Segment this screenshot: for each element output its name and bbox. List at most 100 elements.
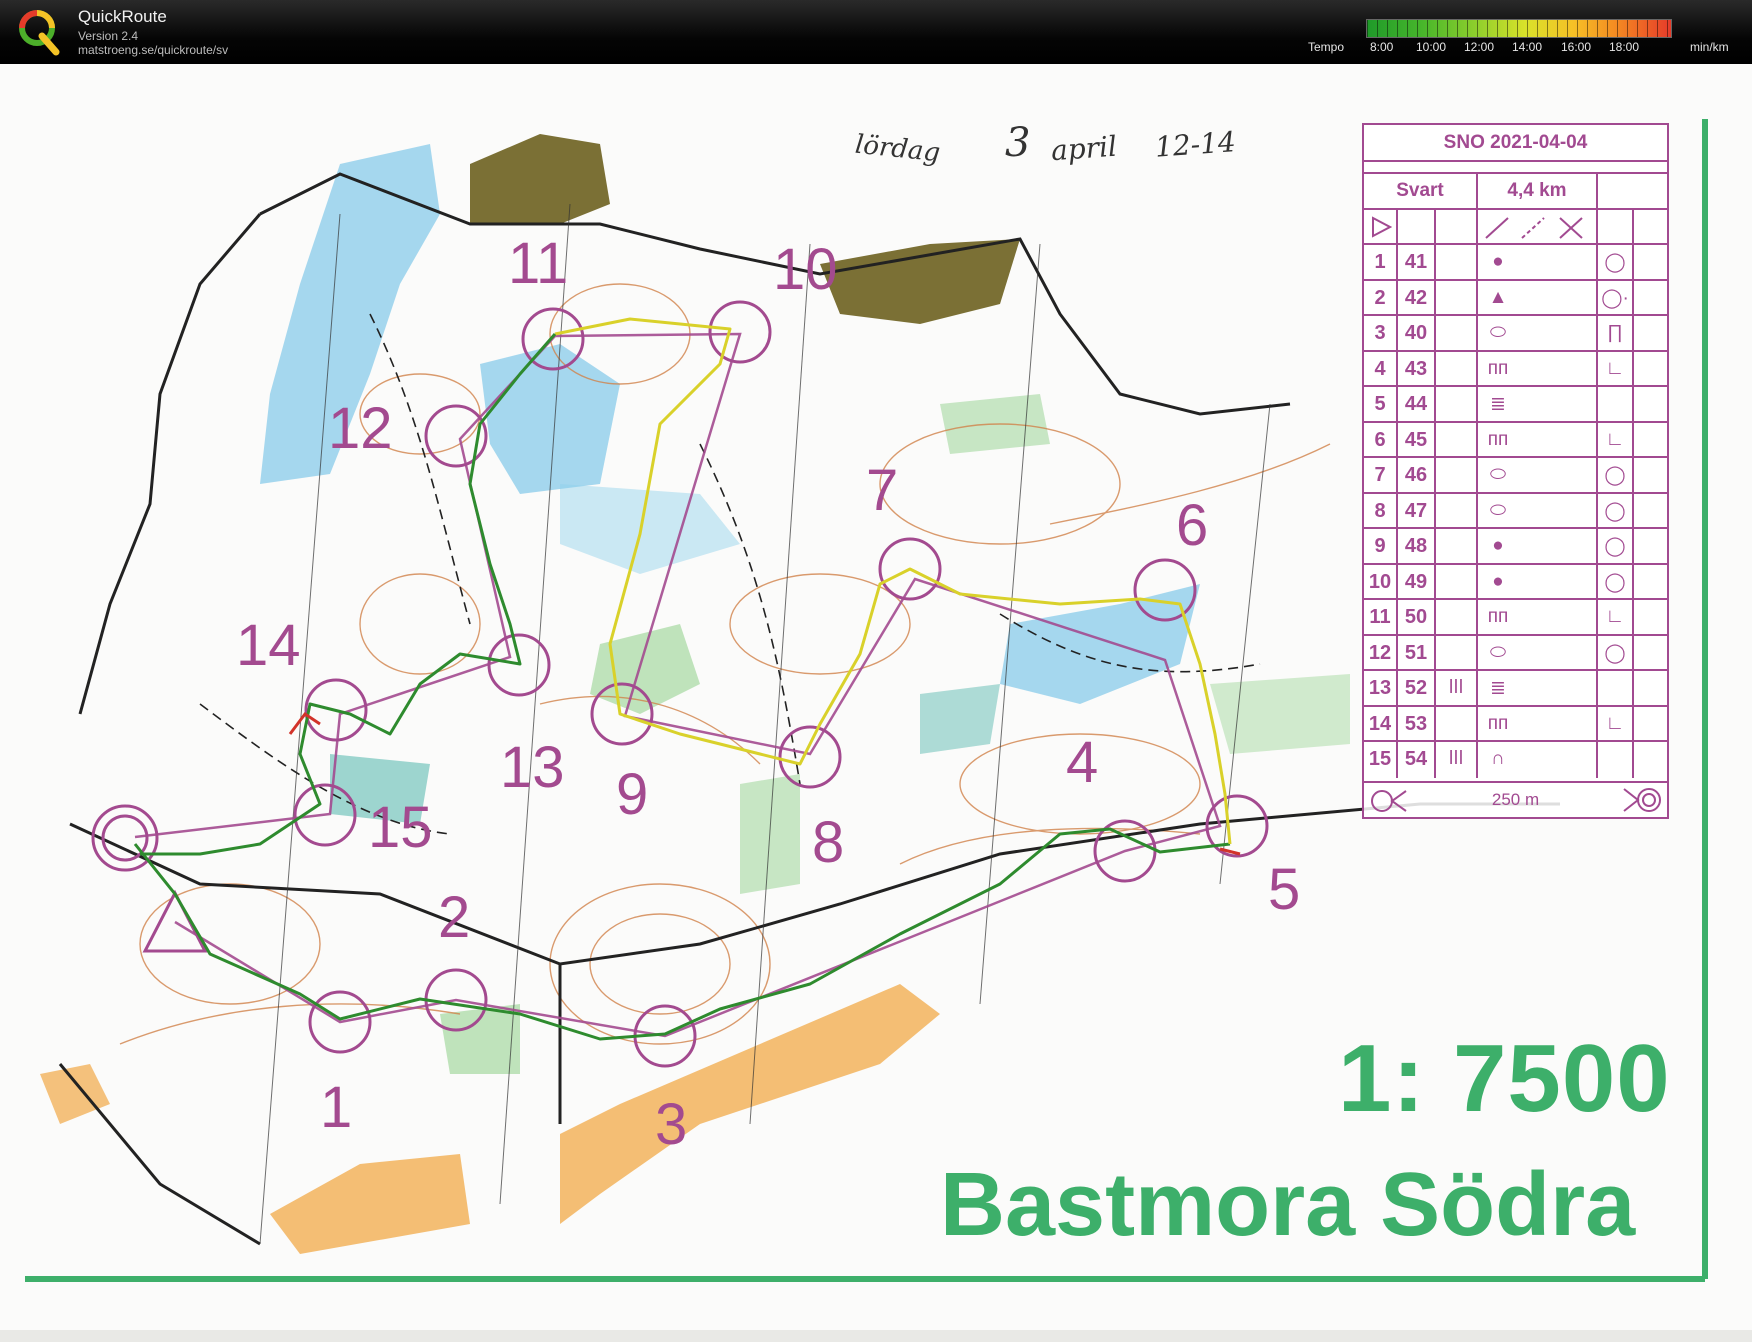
description-class-row: Svart 4,4 km [1364,172,1667,210]
description-location-symbol: ∏ [1607,322,1623,343]
marsh-area [920,684,1000,754]
handwritten-day: lördag [853,129,942,169]
map-name: Bastmora Södra [940,1155,1636,1255]
map-scale: 1: 7500 [1338,1025,1671,1132]
description-row: 12 51 ⬭ ◯ [1364,633,1667,671]
description-control-number: 8 [1374,499,1386,522]
desc-cell-divider [1632,210,1634,245]
desc-cell-divider [1596,742,1598,778]
tempo-tick: 10:00 [1416,40,1447,54]
description-location-symbol: ◯ [1604,571,1626,593]
desc-cell-divider [1434,387,1436,423]
tempo-tick: 18:00 [1609,40,1640,54]
open-land-area [40,1064,110,1124]
description-row: 8 47 ⬭ ◯ [1364,491,1667,529]
description-feature-symbol: ● [1492,251,1504,272]
desc-cell-divider [1434,351,1436,387]
desc-cell-divider [1434,635,1436,671]
description-feature-symbol: ≣ [1490,394,1506,415]
description-location-symbol: ∟ [1605,606,1625,627]
control-number-14: 14 [236,613,301,678]
description-control-number: 11 [1369,606,1391,628]
course-length: 4,4 km [1507,180,1567,201]
description-control-number: 9 [1374,535,1386,557]
description-row: 11 50 ᴨᴨ ∟ [1364,598,1667,636]
description-location-symbol: ∟ [1605,357,1625,379]
desc-cell-divider [1632,671,1634,707]
desc-cell-divider [1632,316,1634,352]
open-land-area [270,1154,470,1254]
description-control-code: 45 [1404,428,1428,451]
desc-cell-divider [1632,245,1634,281]
vegetation-area [1210,674,1350,754]
handwritten-month: april [1049,129,1118,168]
description-row: 14 53 ᴨᴨ ∟ [1364,704,1667,742]
description-control-number: 14 [1368,712,1392,735]
description-feature-symbol: ⬭ [1489,322,1507,343]
description-location-symbol: ◯· [1601,287,1629,309]
description-control-number: 15 [1368,748,1392,770]
description-feature-symbol: ⬭ [1489,464,1507,485]
tempo-label: Tempo [1308,40,1345,54]
desc-cell-divider [1632,280,1634,316]
desc-cell-divider [1632,742,1634,778]
description-feature-symbol: ᴨᴨ [1487,606,1509,627]
description-feature-symbol: ᴨᴨ [1487,712,1509,734]
control-number-3: 3 [655,1092,688,1157]
app-url: matstroeng.se/quickroute/sv [78,43,229,57]
description-control-number: 7 [1374,464,1386,486]
open-land-area [560,984,940,1224]
description-control-code: 51 [1404,641,1428,664]
vegetation-area [440,1004,520,1074]
desc-cell-divider [1632,458,1634,494]
description-control-code: 43 [1404,357,1428,380]
desc-cell-divider [1434,600,1436,636]
orienteering-map[interactable]: 1 2 3 4 5 6 7 8 9 10 11 12 13 14 15 lörd… [0,64,1752,1330]
app-title: QuickRoute [78,7,167,26]
control-number-1: 1 [320,1075,353,1140]
tempo-tick: 12:00 [1464,40,1495,54]
description-control-code: 54 [1404,748,1428,770]
description-control-number: 13 [1368,677,1392,699]
description-location-symbol: ∟ [1605,712,1625,734]
description-row: 3 40 ⬭ ∏ [1364,314,1667,352]
description-control-code: 50 [1404,606,1428,628]
app-header-bar: QuickRoute Version 2.4 matstroeng.se/qui… [0,0,1752,64]
description-location-symbol: ◯ [1604,642,1626,664]
description-row: 5 44 ≣ [1364,385,1667,423]
desc-cell-divider [1596,387,1598,423]
description-location-symbol: ◯ [1604,252,1626,273]
desc-cell-divider [1632,529,1634,565]
desc-cell-divider [1434,706,1436,742]
settlement-area [820,239,1020,324]
control-number-11: 11 [508,231,569,296]
description-control-code: 52 [1404,677,1428,699]
description-control-code: 44 [1404,393,1428,415]
desc-cell-divider [1632,493,1634,529]
description-extra-symbol: ǀǀǀ [1448,748,1464,769]
control-number-6: 6 [1176,493,1209,558]
course-class: Svart [1396,180,1444,201]
app-version: Version 2.4 [78,29,139,43]
handwritten-time: 12-14 [1153,125,1237,164]
desc-cell-divider [1632,600,1634,636]
control-number-10: 10 [773,237,838,302]
description-control-number: 12 [1368,641,1392,664]
description-control-code: 42 [1404,286,1428,309]
description-row: 7 46 ⬭ ◯ [1364,456,1667,494]
description-control-number: 3 [1374,322,1386,344]
description-location-symbol: ∟ [1605,428,1625,450]
desc-cell-divider [1434,245,1436,281]
desc-cell-divider [1596,210,1598,245]
tempo-color-scale [1366,19,1672,38]
description-feature-symbol: ≣ [1490,678,1506,699]
control-number-5: 5 [1268,857,1301,922]
description-row: 4 43 ᴨᴨ ∟ [1364,349,1667,387]
desc-cell-divider [1434,529,1436,565]
description-feature-symbol: ● [1492,535,1504,556]
handwritten-date: 3 [1005,120,1031,166]
description-control-code: 40 [1404,322,1428,344]
desc-cell-divider [1596,174,1598,210]
description-row: 15 54 ǀǀǀ ∩ [1364,740,1667,778]
description-row: 9 48 ● ◯ [1364,527,1667,565]
